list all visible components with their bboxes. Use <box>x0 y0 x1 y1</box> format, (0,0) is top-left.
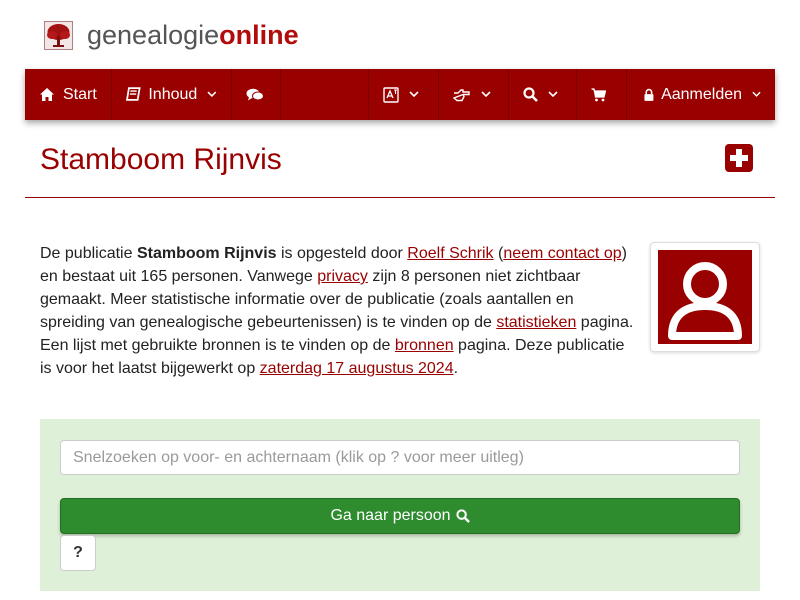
help-button[interactable]: ? <box>60 535 96 571</box>
quick-search-panel: Ga naar persoon ? <box>40 419 760 591</box>
language-icon <box>383 86 399 103</box>
main-navbar: Start Inhoud Aanmelden <box>25 69 775 120</box>
plus-icon[interactable] <box>725 144 753 172</box>
nav-inhoud-label: Inhoud <box>148 85 198 103</box>
nav-login-label: Aanmelden <box>661 85 743 103</box>
nav-forum[interactable] <box>232 69 281 120</box>
search-icon <box>455 509 470 523</box>
go-to-person-label: Ga naar persoon <box>330 507 451 524</box>
publication-intro: De publicatie Stamboom Rijnvis is opgest… <box>40 245 634 377</box>
nav-start-label: Start <box>63 85 97 103</box>
go-to-person-button[interactable]: Ga naar persoon <box>60 498 740 534</box>
site-logo[interactable]: genealogieonline <box>44 20 299 51</box>
chevron-down-icon <box>481 91 491 98</box>
comments-icon <box>246 88 264 100</box>
lock-icon <box>644 88 654 101</box>
updated-date-link[interactable]: zaterdag 17 augustus 2024 <box>260 360 454 377</box>
search-input[interactable] <box>60 440 740 475</box>
logo-text: genealogieonline <box>87 20 299 50</box>
home-icon <box>40 88 54 101</box>
nav-search[interactable] <box>509 69 577 120</box>
nav-inhoud[interactable]: Inhoud <box>112 69 232 120</box>
nav-language[interactable] <box>369 69 439 120</box>
page-title: Stamboom Rijnvis <box>40 143 282 176</box>
publication-name: Stamboom Rijnvis <box>136 245 277 262</box>
nav-share[interactable] <box>439 69 509 120</box>
author-link[interactable]: Roelf Schrik <box>407 245 493 262</box>
cart-icon <box>591 87 606 101</box>
avatar <box>658 250 752 344</box>
privacy-link[interactable]: privacy <box>317 268 368 285</box>
sources-link[interactable]: bronnen <box>395 337 454 354</box>
nav-spacer <box>281 69 369 120</box>
statistics-link[interactable]: statistieken <box>496 314 576 331</box>
chevron-down-icon <box>207 91 217 98</box>
nav-start[interactable]: Start <box>25 69 112 120</box>
tree-icon <box>44 21 73 50</box>
nav-login[interactable]: Aanmelden <box>627 69 775 120</box>
contact-link[interactable]: neem contact op <box>503 245 621 262</box>
chevron-down-icon <box>409 91 419 98</box>
title-row: Stamboom Rijnvis <box>25 140 775 198</box>
chevron-down-icon <box>548 91 558 98</box>
hand-point-icon <box>453 88 470 101</box>
book-icon <box>126 87 141 101</box>
nav-shop[interactable] <box>577 69 627 120</box>
chevron-down-icon <box>752 91 761 97</box>
author-avatar-frame[interactable] <box>650 242 760 352</box>
search-icon <box>523 87 538 102</box>
